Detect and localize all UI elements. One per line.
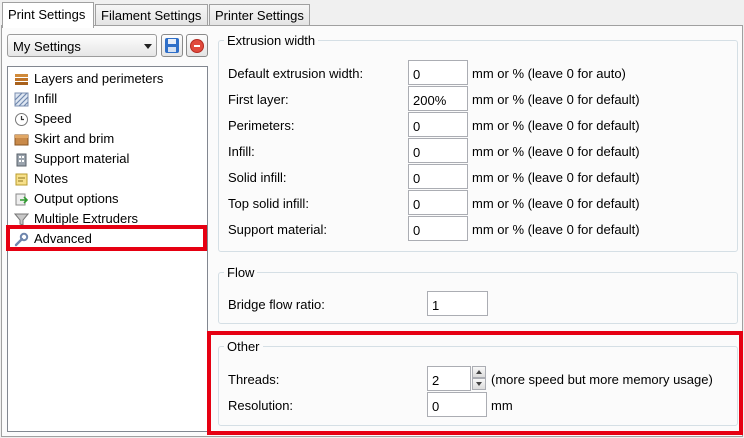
support-material-label: Support material:: [228, 222, 327, 237]
tree-item-label: Notes: [34, 171, 68, 186]
top-solid-infill-label: Top solid infill:: [228, 196, 309, 211]
spin-down-icon[interactable]: [472, 378, 486, 390]
threads-note: (more speed but more memory usage): [491, 372, 713, 387]
preset-dropdown-value: My Settings: [13, 39, 81, 54]
default-extrusion-width-input[interactable]: [408, 60, 468, 85]
solid-infill-unit: mm or % (leave 0 for default): [472, 170, 640, 185]
tree-item-label: Advanced: [34, 231, 92, 246]
resolution-unit: mm: [491, 398, 513, 413]
funnel-icon: [13, 212, 30, 227]
tree-item-support-material[interactable]: Support material: [12, 149, 202, 169]
bridge-flow-ratio-input[interactable]: [427, 291, 488, 316]
tree-item-label: Infill: [34, 91, 58, 106]
extrusion-width-title: Extrusion width: [224, 33, 319, 48]
tab-print-settings[interactable]: Print Settings: [2, 2, 94, 28]
other-title: Other: [224, 339, 263, 354]
default-extrusion-width-label: Default extrusion width:: [228, 66, 364, 81]
tree-item-skirt-and-brim[interactable]: Skirt and brim: [12, 129, 202, 149]
tab-filament-settings[interactable]: Filament Settings: [95, 4, 208, 26]
note-icon: [14, 172, 29, 187]
flow-title: Flow: [224, 265, 258, 280]
settings-category-tree: Layers and perimeters Infill Speed Skirt…: [7, 66, 208, 432]
building-icon: [14, 152, 29, 167]
wrench-icon: [14, 232, 29, 247]
support-material-unit: mm or % (leave 0 for default): [472, 222, 640, 237]
tree-item-label: Speed: [34, 111, 72, 126]
first-layer-label: First layer:: [228, 92, 289, 107]
infill-label: Infill:: [228, 144, 255, 159]
support-material-input[interactable]: [408, 216, 468, 241]
infill-icon: [14, 92, 29, 107]
threads-spinner[interactable]: [472, 366, 486, 391]
clock-icon: [14, 112, 29, 127]
tree-item-infill[interactable]: Infill: [12, 89, 202, 109]
infill-unit: mm or % (leave 0 for default): [472, 144, 640, 159]
top-solid-infill-input[interactable]: [408, 190, 468, 215]
delete-preset-button[interactable]: [186, 34, 208, 57]
solid-infill-input[interactable]: [408, 164, 468, 189]
resolution-label: Resolution:: [228, 398, 294, 413]
tab-printer-settings[interactable]: Printer Settings: [209, 4, 310, 26]
threads-label: Threads:: [228, 372, 280, 387]
spin-up-icon[interactable]: [472, 366, 486, 378]
tree-item-layers-and-perimeters[interactable]: Layers and perimeters: [12, 69, 202, 89]
default-extrusion-width-unit: mm or % (leave 0 for auto): [472, 66, 626, 81]
layers-icon: [14, 72, 29, 87]
perimeters-label: Perimeters:: [228, 118, 295, 133]
tree-item-label: Output options: [34, 191, 119, 206]
perimeters-input[interactable]: [408, 112, 468, 137]
tree-item-speed[interactable]: Speed: [12, 109, 202, 129]
threads-input[interactable]: [427, 366, 471, 391]
output-icon: [14, 192, 29, 207]
tree-item-label: Support material: [34, 151, 130, 166]
box-icon: [14, 132, 29, 147]
bridge-flow-ratio-label: Bridge flow ratio:: [228, 297, 325, 312]
perimeters-unit: mm or % (leave 0 for default): [472, 118, 640, 133]
tree-item-output-options[interactable]: Output options: [12, 189, 202, 209]
resolution-input[interactable]: [427, 392, 487, 417]
first-layer-input[interactable]: [408, 86, 468, 111]
tree-item-label: Layers and perimeters: [34, 71, 164, 86]
chevron-down-icon: [144, 44, 152, 49]
first-layer-unit: mm or % (leave 0 for default): [472, 92, 640, 107]
save-icon: [165, 38, 179, 53]
tree-item-notes[interactable]: Notes: [12, 169, 202, 189]
save-preset-button[interactable]: [161, 34, 183, 57]
solid-infill-label: Solid infill:: [228, 170, 287, 185]
tree-item-advanced[interactable]: Advanced: [12, 229, 202, 249]
tree-item-multiple-extruders[interactable]: Multiple Extruders: [12, 209, 202, 229]
tree-item-label: Skirt and brim: [34, 131, 115, 146]
top-solid-infill-unit: mm or % (leave 0 for default): [472, 196, 640, 211]
tree-item-label: Multiple Extruders: [34, 211, 139, 226]
preset-dropdown[interactable]: My Settings: [7, 34, 157, 57]
infill-input[interactable]: [408, 138, 468, 163]
delete-icon: [190, 39, 204, 53]
